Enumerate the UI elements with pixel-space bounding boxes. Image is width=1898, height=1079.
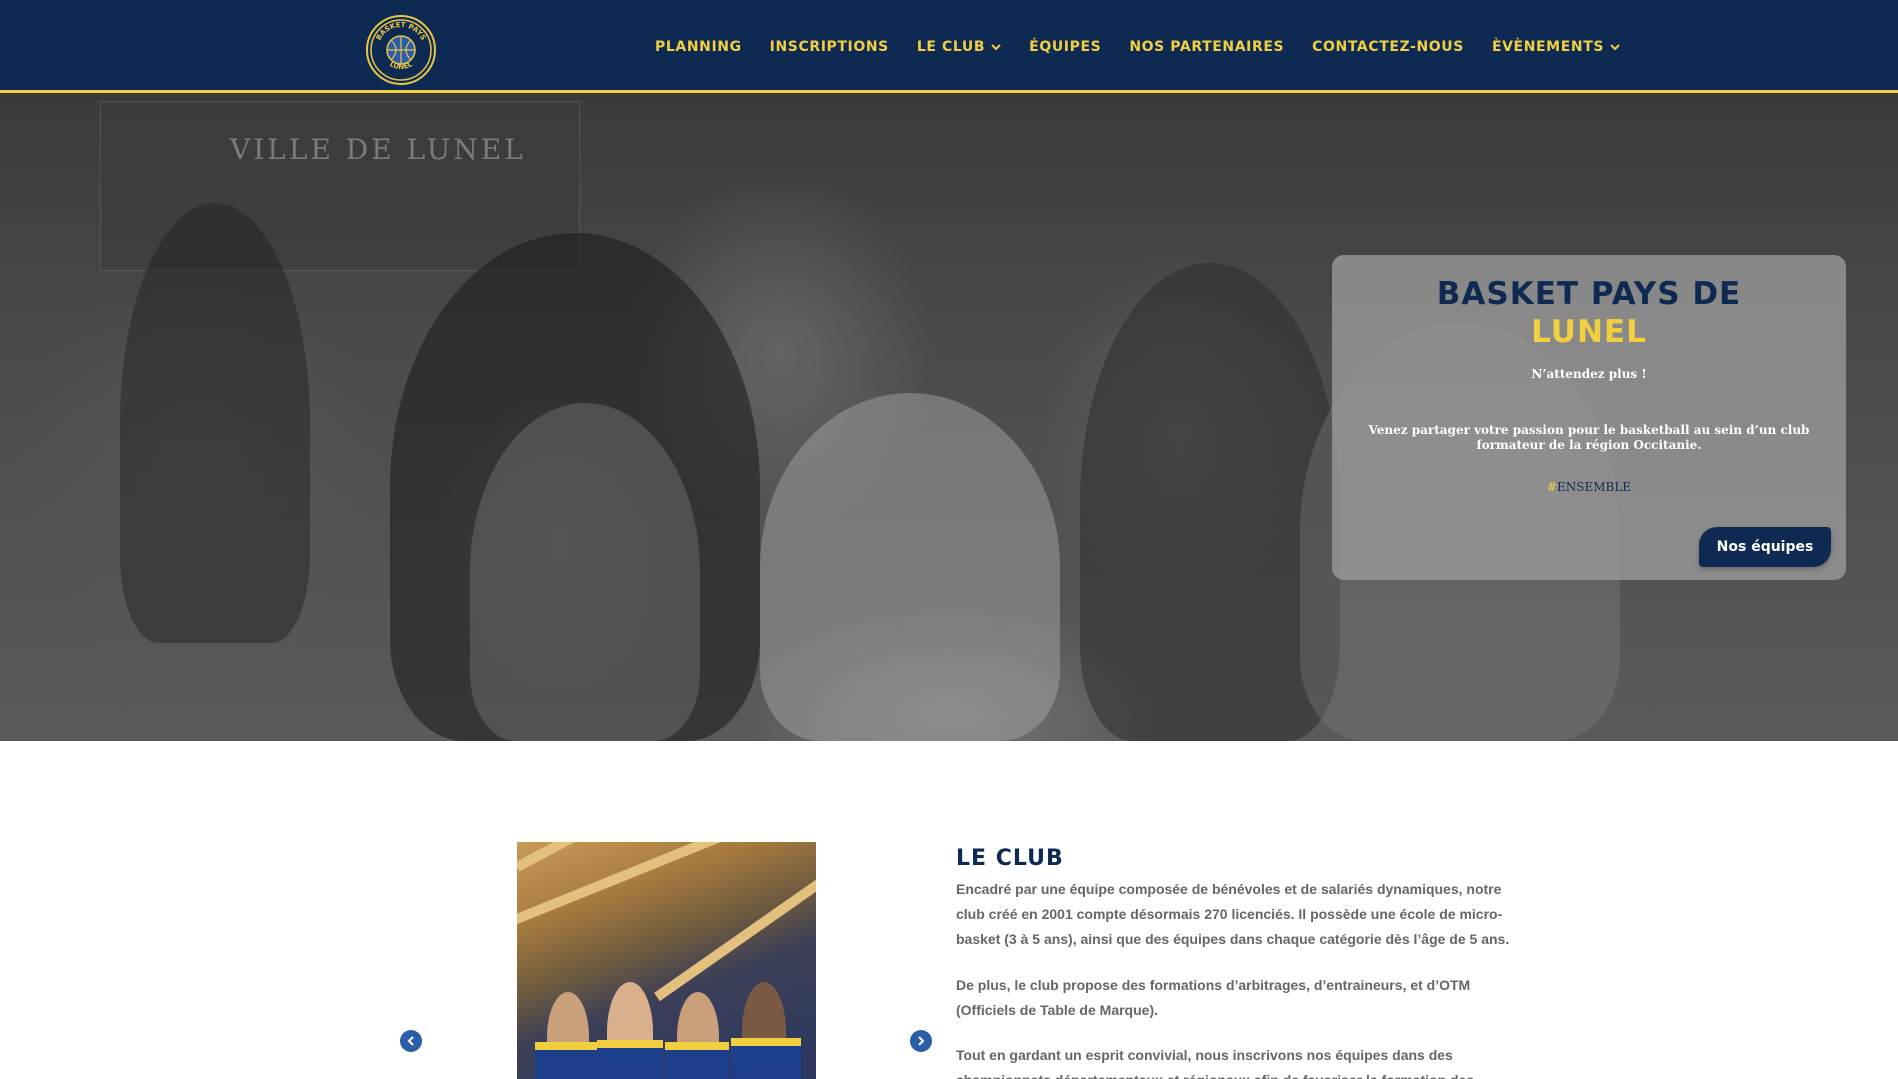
nav-partenaires[interactable]: NOS PARTENAIRES: [1129, 39, 1284, 55]
nav-le-club[interactable]: LE CLUB: [917, 39, 1001, 55]
club-photo: [517, 842, 816, 1079]
photo-roof-beam: [517, 842, 796, 932]
photo-jersey: [665, 1042, 729, 1079]
photo-jersey: [731, 1038, 801, 1079]
nav-label: ÈVÈNEMENTS: [1491, 38, 1605, 55]
site-header: BASKET PAYS LUNEL PLANNING INSCRIPTIONS …: [0, 0, 1898, 93]
club-logo[interactable]: BASKET PAYS LUNEL: [366, 15, 436, 85]
carousel-next-button[interactable]: [910, 1030, 932, 1052]
hero-card-subtitle: N’attendez plus !: [1531, 367, 1647, 381]
club-paragraph: De plus, le club propose des formations …: [956, 977, 1471, 1018]
hero-card-title: BASKET PAYS DE LUNEL: [1332, 275, 1846, 351]
hero-title-line1: BASKET PAYS DE: [1436, 276, 1742, 312]
hashtag-word: ENSEMBLE: [1556, 480, 1632, 494]
nav-label: LE CLUB: [916, 38, 986, 55]
photo-jersey: [597, 1040, 663, 1079]
nav-equipes[interactable]: ÉQUIPES: [1029, 39, 1101, 55]
hero-title-line2: LUNEL: [1531, 314, 1647, 350]
nav-contact[interactable]: CONTACTEZ-NOUS: [1312, 39, 1464, 55]
hero-photo-figure: [760, 393, 1060, 741]
hero-banner: VILLE DE LUNEL BASKET PAYS DE LUNEL N’at…: [0, 93, 1898, 741]
hero-card: BASKET PAYS DE LUNEL N’attendez plus ! V…: [1332, 255, 1846, 580]
nav-planning[interactable]: PLANNING: [655, 39, 742, 55]
photo-jersey: [535, 1042, 597, 1079]
hero-photo-figure: [470, 403, 700, 741]
hashtag-symbol: #: [1546, 480, 1557, 494]
nav-label: ÉQUIPES: [1029, 38, 1102, 55]
chevron-down-icon: [1610, 43, 1620, 50]
nav-label: CONTACTEZ-NOUS: [1312, 38, 1464, 55]
nav-inscriptions[interactable]: INSCRIPTIONS: [770, 39, 889, 55]
hero-card-hashtag: #ENSEMBLE: [1332, 480, 1846, 494]
hero-photo-figure: [120, 203, 310, 643]
basketball-logo-icon: BASKET PAYS LUNEL: [370, 19, 432, 81]
main-nav: PLANNING INSCRIPTIONS LE CLUB ÉQUIPES NO…: [655, 0, 1648, 93]
club-paragraph: Tout en gardant un esprit convivial, nou…: [956, 1047, 1474, 1079]
hero-sign-text: VILLE DE LUNEL: [230, 133, 526, 166]
club-paragraph: Encadré par une équipe composée de bénév…: [956, 881, 1510, 947]
nav-label: INSCRIPTIONS: [769, 38, 889, 55]
nav-label: PLANNING: [655, 38, 742, 55]
chevron-left-icon: [407, 1036, 414, 1046]
carousel-prev-button[interactable]: [400, 1030, 422, 1052]
chevron-right-icon: [918, 1036, 925, 1046]
club-section-title: LE CLUB: [956, 846, 1064, 871]
hero-card-text: Venez partager votre passion pour le bas…: [1368, 423, 1810, 452]
nos-equipes-button[interactable]: Nos équipes: [1699, 527, 1831, 567]
photo-roof-beam: [654, 878, 816, 1002]
nav-label: NOS PARTENAIRES: [1129, 38, 1285, 55]
chevron-down-icon: [991, 43, 1001, 50]
nav-evenements[interactable]: ÈVÈNEMENTS: [1492, 39, 1620, 55]
